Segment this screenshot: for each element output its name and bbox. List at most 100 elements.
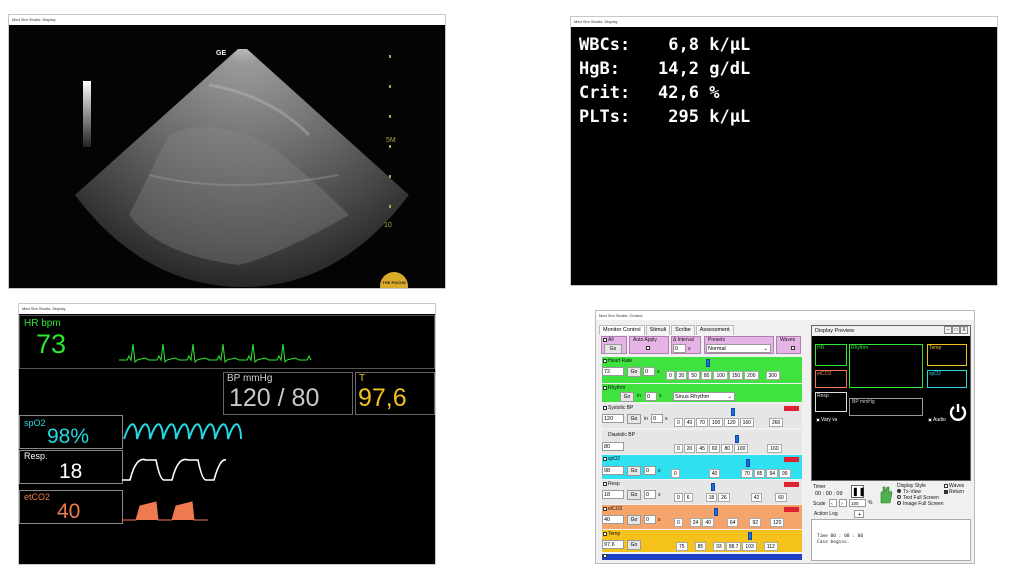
bottom-checkbox[interactable] <box>603 554 607 558</box>
temp-checkbox[interactable] <box>603 531 607 536</box>
heart-rate-stop[interactable]: 100 <box>713 371 728 380</box>
rhythm-select[interactable]: Sinus Rhythm ⌄ <box>673 392 735 401</box>
resp-slider-thumb[interactable] <box>711 483 715 491</box>
diastolic-input[interactable]: 80 <box>602 442 624 451</box>
heart-rate-stop[interactable]: 0 <box>666 371 675 380</box>
temp-stop[interactable]: 112 <box>763 542 778 551</box>
systolic-go-button[interactable]: Go <box>627 414 641 424</box>
scale-input[interactable]: 100 <box>849 499 866 507</box>
diastolic-stop[interactable]: 100 <box>734 444 749 453</box>
etco2-slider-thumb[interactable] <box>714 508 718 516</box>
heart-rate-stop[interactable]: 150 <box>728 371 744 380</box>
preview-audio[interactable]: Audio <box>928 417 946 423</box>
temp-stop[interactable]: 103 <box>742 542 757 551</box>
systolic-slider-thumb[interactable] <box>731 408 735 416</box>
resp-stop[interactable]: 6 <box>683 493 693 502</box>
temp-input[interactable]: 97,6 <box>602 540 624 549</box>
resp-wave-icon[interactable] <box>784 482 799 487</box>
heart-rate-delay-input[interactable]: 0 <box>643 367 655 376</box>
spo2-slider-thumb[interactable] <box>746 459 750 467</box>
systolic-stop[interactable]: 120 <box>724 418 739 427</box>
temp-stop[interactable]: 75 <box>676 542 688 551</box>
diastolic-stop[interactable]: 160 <box>767 444 782 453</box>
resp-go-button[interactable]: Go <box>627 490 641 500</box>
display-style-image-full[interactable]: Image Full Screen <box>897 501 944 507</box>
systolic-stop[interactable]: 70 <box>696 418 708 427</box>
heart-rate-stop[interactable]: 200 <box>744 371 759 380</box>
action-log-box[interactable]: Time 00 : 00 : 00 Case begins. <box>811 519 971 561</box>
heart-rate-input[interactable]: 72 <box>602 367 624 376</box>
etco2-wave-icon[interactable] <box>784 507 799 512</box>
close-button[interactable]: X <box>960 326 968 334</box>
preview-vary[interactable]: Vary vs <box>816 417 837 423</box>
spo2-stop[interactable]: 0 <box>671 469 680 478</box>
scale-down-button[interactable]: ‹ <box>829 499 837 507</box>
temp-stop[interactable]: 85 <box>694 542 707 551</box>
heart-rate-stop[interactable]: 300 <box>765 371 780 380</box>
auto-apply-checkbox[interactable] <box>646 346 650 350</box>
action-log-add-tab[interactable]: + <box>854 510 864 518</box>
spo2-go-button[interactable]: Go <box>627 466 641 476</box>
waves-checkbox[interactable] <box>791 346 795 350</box>
diastolic-stop[interactable]: 45 <box>696 444 708 453</box>
diastolic-stop[interactable]: 60 <box>708 444 721 453</box>
return-toggle-checkbox[interactable] <box>944 489 948 494</box>
vary-checkbox[interactable] <box>816 417 820 422</box>
diastolic-stop[interactable]: 20 <box>683 444 696 453</box>
resp-delay-input[interactable]: 0 <box>644 490 656 499</box>
etco2-go-button[interactable]: Go <box>627 515 641 525</box>
etco2-input[interactable]: 40 <box>602 515 624 524</box>
etco2-stop[interactable]: 64 <box>726 518 739 527</box>
temp-go-button[interactable]: Go <box>627 540 641 550</box>
spo2-stop[interactable]: 40 <box>708 469 721 478</box>
spo2-stop[interactable]: 99 <box>779 469 791 478</box>
systolic-stop[interactable]: 260 <box>768 418 784 427</box>
spo2-stop[interactable]: 94 <box>766 469 779 478</box>
systolic-delay-input[interactable]: 0 <box>651 414 663 423</box>
etco2-stop[interactable]: 0 <box>674 518 683 527</box>
scale-up-button[interactable]: › <box>839 499 847 507</box>
systolic-stop[interactable]: 0 <box>674 418 683 427</box>
spo2-wave-icon[interactable] <box>784 457 799 462</box>
tab-scribe[interactable]: Scribe <box>671 325 695 335</box>
resp-stop[interactable]: 18 <box>705 493 718 502</box>
hand-icon[interactable] <box>877 484 893 504</box>
heart-rate-stop[interactable]: 80 <box>700 371 713 380</box>
resp-stop[interactable]: 0 <box>674 493 683 502</box>
diastolic-stop[interactable]: 80 <box>721 444 734 453</box>
waves-toggle-checkbox[interactable] <box>944 483 948 488</box>
spo2-input[interactable]: 98 <box>602 466 624 475</box>
rhythm-delay-input[interactable]: 0 <box>645 392 657 401</box>
temp-slider-thumb[interactable] <box>748 532 752 540</box>
tab-assessment[interactable]: Assessment <box>695 325 734 335</box>
systolic-stop[interactable]: 40 <box>683 418 696 427</box>
spo2-checkbox[interactable] <box>603 456 607 461</box>
resp-stop[interactable]: 60 <box>775 493 787 502</box>
heart-rate-checkbox[interactable] <box>603 358 607 363</box>
systolic-stop[interactable]: 100 <box>708 418 724 427</box>
heart-rate-go-button[interactable]: Go <box>627 367 641 377</box>
heart-rate-stop[interactable]: 30 <box>675 371 688 380</box>
systolic-stop[interactable]: 160 <box>739 418 754 427</box>
presets-select[interactable]: Normal ⌄ <box>706 344 771 353</box>
temp-stop[interactable]: 93 <box>713 542 725 551</box>
etco2-stop[interactable]: 120 <box>770 518 785 527</box>
spo2-stop[interactable]: 85 <box>753 469 766 478</box>
systolic-input[interactable]: 120 <box>602 414 624 423</box>
maximize-button[interactable]: □ <box>952 326 960 334</box>
minimize-button[interactable]: – <box>944 326 952 334</box>
etco2-stop[interactable]: 92 <box>749 518 762 527</box>
systolic-checkbox[interactable] <box>603 405 607 410</box>
resp-input[interactable]: 18 <box>602 490 624 499</box>
interval-input[interactable]: 0 <box>673 344 686 353</box>
etco2-delay-input[interactable]: 0 <box>644 515 656 524</box>
audio-checkbox[interactable] <box>928 417 932 422</box>
pause-icon[interactable]: ❚❚ <box>851 485 865 498</box>
resp-stop[interactable]: 42 <box>750 493 763 502</box>
diastolic-stop[interactable]: 0 <box>674 444 683 453</box>
systolic-wave-icon[interactable] <box>784 406 799 411</box>
tab-stimuli[interactable]: Stimuli <box>645 325 671 335</box>
heart-rate-slider-thumb[interactable] <box>706 359 710 367</box>
etco2-checkbox[interactable] <box>603 506 607 511</box>
power-icon[interactable] <box>948 402 968 422</box>
